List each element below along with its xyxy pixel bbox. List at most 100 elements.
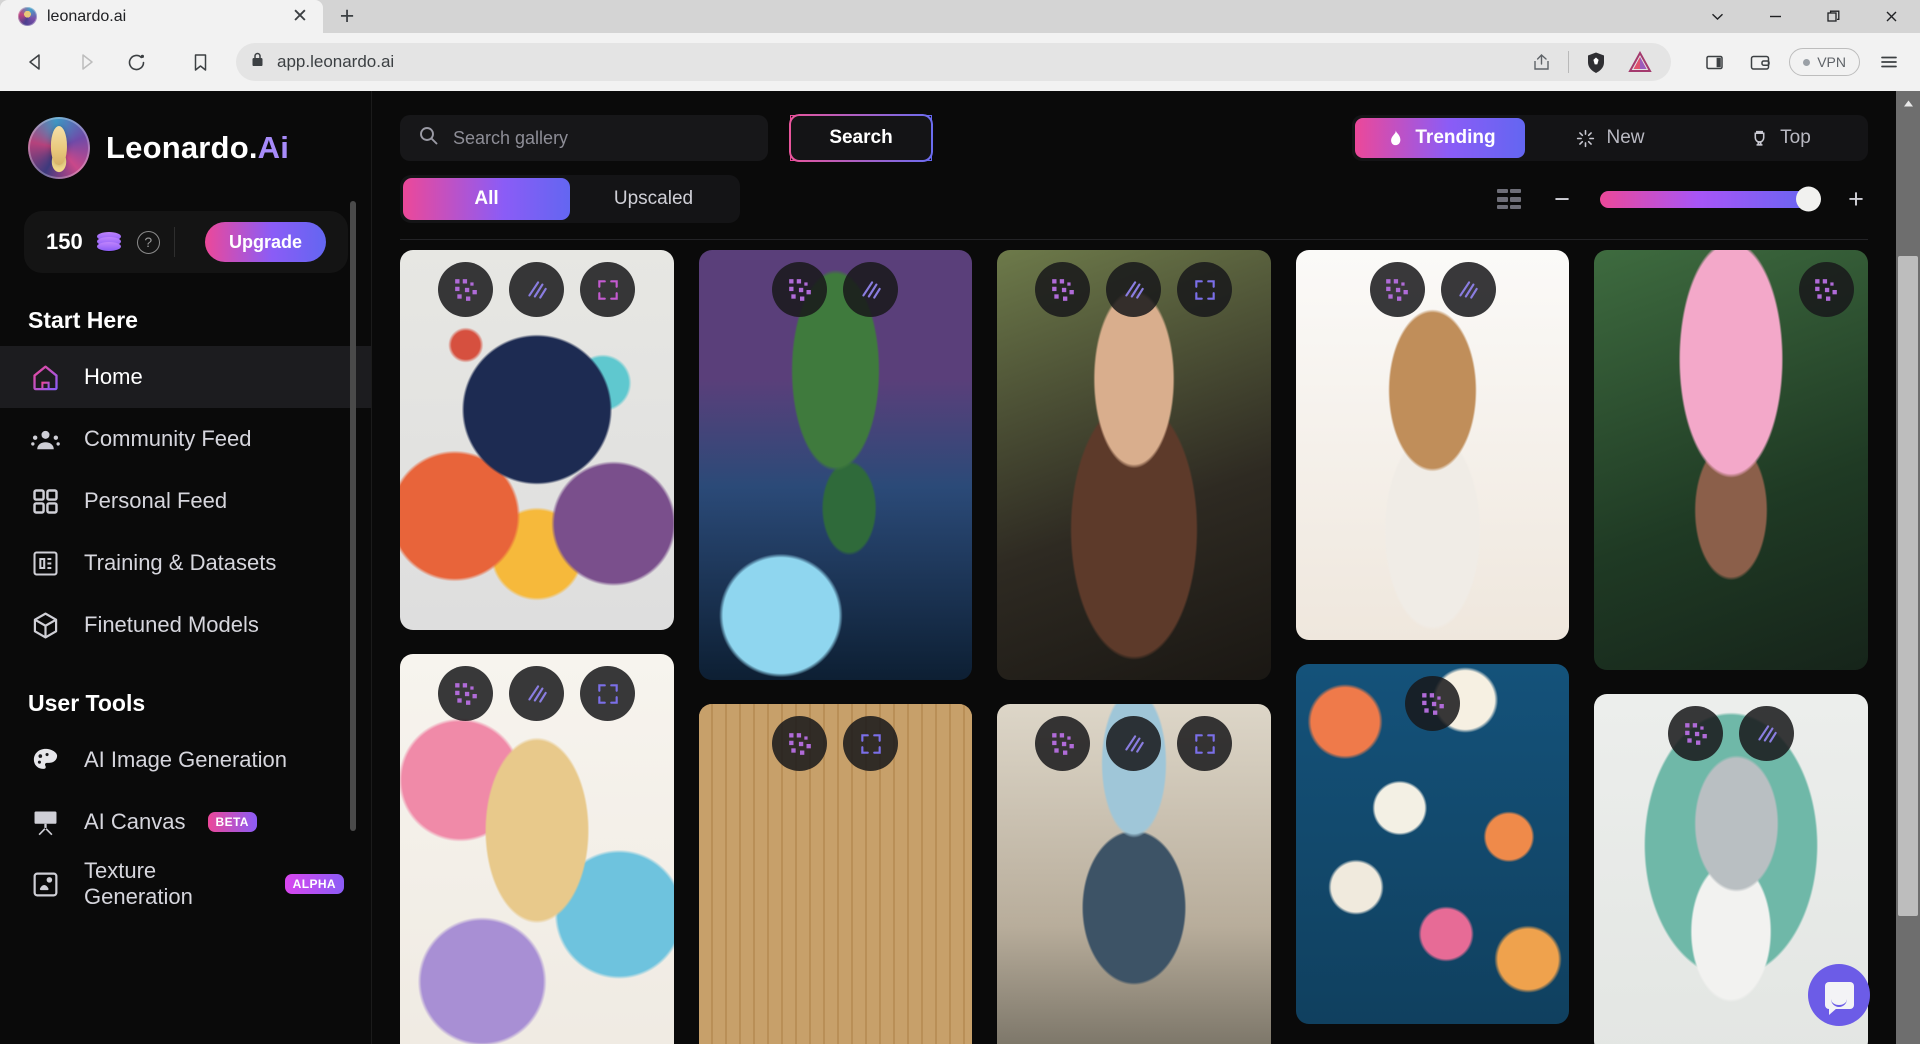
search-button[interactable]: Search <box>789 114 933 162</box>
sidebar-item-home[interactable]: Home <box>0 346 372 408</box>
vpn-toggle[interactable]: VPN <box>1789 48 1860 76</box>
sidebar-item-finetuned-models[interactable]: Finetuned Models <box>0 594 372 656</box>
sidebar-item-label: AI Canvas <box>84 809 186 834</box>
card-actions <box>997 262 1271 317</box>
zoom-slider[interactable] <box>1600 186 1821 212</box>
gallery-card[interactable] <box>1295 664 1570 1024</box>
upscale-icon[interactable] <box>1668 706 1724 761</box>
window-controls <box>1688 0 1920 33</box>
upscale-icon[interactable] <box>1798 262 1854 317</box>
browser-tab[interactable]: leonardo.ai ✕ <box>0 0 323 33</box>
reload-icon[interactable] <box>114 40 158 84</box>
scroll-up-arrow-icon[interactable] <box>1896 91 1920 115</box>
address-bar[interactable]: app.leonardo.ai <box>236 43 1672 81</box>
card-actions <box>400 666 674 721</box>
section-heading-user-tools: User Tools <box>28 690 146 716</box>
expand-icon[interactable] <box>843 716 899 771</box>
sidebar-item-ai-canvas[interactable]: AI Canvas BETA <box>0 791 372 853</box>
gallery-card[interactable] <box>698 250 973 680</box>
gallery-card[interactable] <box>1594 250 1868 670</box>
sidebar-item-label: Texture Generation <box>84 858 193 909</box>
gallery-card[interactable] <box>400 250 674 630</box>
sidebar-item-community-feed[interactable]: Community Feed <box>0 408 372 470</box>
variations-icon[interactable] <box>1440 262 1496 317</box>
gallery-card[interactable] <box>400 654 674 1044</box>
card-actions <box>400 262 674 317</box>
scrollbar-thumb[interactable] <box>1898 256 1918 916</box>
variations-icon[interactable] <box>1739 706 1795 761</box>
sidebar-item-label: Community Feed <box>84 426 252 451</box>
intercom-chat-icon[interactable] <box>1808 964 1870 1026</box>
tab-new[interactable]: New <box>1525 118 1695 158</box>
tab-title: leonardo.ai <box>47 7 127 25</box>
back-arrow-icon[interactable] <box>14 40 58 84</box>
upscale-icon[interactable] <box>772 716 828 771</box>
card-actions <box>1594 706 1868 761</box>
tab-upscaled[interactable]: Upscaled <box>570 178 737 220</box>
share-icon[interactable] <box>1524 45 1558 79</box>
easel-icon <box>28 805 62 839</box>
close-icon[interactable]: ✕ <box>287 4 313 30</box>
vpn-label: VPN <box>1817 54 1846 70</box>
upscale-icon[interactable] <box>772 262 828 317</box>
sidebar-item-training-datasets[interactable]: Training & Datasets <box>0 532 372 594</box>
expand-icon[interactable] <box>1177 262 1233 317</box>
wallet-icon[interactable] <box>1743 45 1777 79</box>
upscale-icon[interactable] <box>438 262 494 317</box>
leonardo-app: Leonardo.Ai 150 ? Upgrade Start Here Hom… <box>0 91 1920 1044</box>
upscale-icon[interactable] <box>1035 262 1091 317</box>
sidebar-item-ai-image-generation[interactable]: AI Image Generation <box>0 729 372 791</box>
gallery-card[interactable] <box>997 704 1271 1044</box>
upscale-icon[interactable] <box>1405 676 1461 731</box>
upscale-icon[interactable] <box>438 666 494 721</box>
tab-top[interactable]: Top <box>1695 118 1865 158</box>
search-placeholder: Search gallery <box>453 127 569 148</box>
search-button-label: Search <box>829 127 893 148</box>
restore-icon[interactable] <box>1804 0 1862 33</box>
sparkle-icon <box>1577 129 1595 147</box>
page-scrollbar[interactable] <box>1896 91 1920 1044</box>
brand-header[interactable]: Leonardo.Ai <box>0 117 372 179</box>
sidebar-item-texture-generation[interactable]: Texture Generation ALPHA <box>0 853 372 915</box>
browser-window: leonardo.ai ✕ + app.leonardo.ai VPN Leon… <box>0 0 1920 1044</box>
upscale-icon[interactable] <box>1369 262 1425 317</box>
variations-icon[interactable] <box>1106 716 1162 771</box>
search-input[interactable]: Search gallery <box>400 115 768 161</box>
variations-icon[interactable] <box>1106 262 1162 317</box>
chevron-down-icon[interactable] <box>1688 0 1746 33</box>
lock-icon <box>250 51 265 73</box>
variations-icon[interactable] <box>509 262 565 317</box>
minimize-icon[interactable] <box>1746 0 1804 33</box>
grid-density-icon[interactable] <box>1494 186 1524 212</box>
expand-icon[interactable] <box>580 666 636 721</box>
expand-icon[interactable] <box>1177 716 1233 771</box>
question-mark-icon[interactable]: ? <box>136 230 160 254</box>
gallery-card[interactable] <box>698 704 973 1044</box>
tab-all[interactable]: All <box>403 178 570 220</box>
bookmark-icon[interactable] <box>178 40 222 84</box>
close-icon[interactable] <box>1862 0 1920 33</box>
palette-icon <box>28 743 62 777</box>
brave-shields-icon[interactable] <box>1579 45 1613 79</box>
gallery-card[interactable] <box>997 250 1271 680</box>
tab-strip: leonardo.ai ✕ + <box>0 0 1920 33</box>
zoom-in-button[interactable]: + <box>1844 185 1868 213</box>
sidebar-item-personal-feed[interactable]: Personal Feed <box>0 470 372 532</box>
gallery-column <box>1295 250 1570 1044</box>
tab-trending[interactable]: Trending <box>1355 118 1525 158</box>
gallery-card[interactable] <box>1295 250 1570 640</box>
expand-icon[interactable] <box>580 262 636 317</box>
brave-rewards-icon[interactable] <box>1623 45 1657 79</box>
hamburger-menu-icon[interactable] <box>1872 45 1906 79</box>
upgrade-button[interactable]: Upgrade <box>204 222 326 262</box>
upscale-icon[interactable] <box>1035 716 1091 771</box>
forward-arrow-icon[interactable] <box>64 40 108 84</box>
variations-icon[interactable] <box>843 262 899 317</box>
sidebar-panel-icon[interactable] <box>1697 45 1731 79</box>
zoom-out-button[interactable]: − <box>1550 185 1574 213</box>
sidebar-item-label: AI Image Generation <box>84 747 288 772</box>
variations-icon[interactable] <box>509 666 565 721</box>
zoom-slider-handle[interactable] <box>1796 186 1821 212</box>
sidebar-scrollbar[interactable] <box>350 201 356 831</box>
new-tab-button[interactable]: + <box>323 0 371 33</box>
